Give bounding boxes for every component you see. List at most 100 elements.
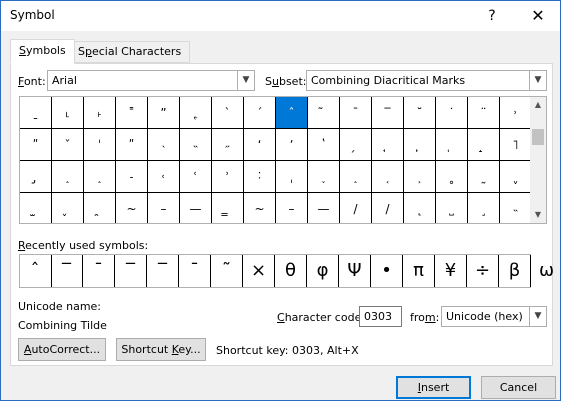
symbol-cell[interactable]: ʺ bbox=[20, 129, 52, 161]
recent-symbol-cell[interactable]: ÷ bbox=[467, 255, 499, 287]
shortcut-key-button[interactable]: Shortcut Key... bbox=[116, 338, 206, 361]
symbol-cell[interactable]: ̯ bbox=[84, 193, 116, 223]
symbol-cell[interactable]: – bbox=[276, 193, 308, 223]
recent-symbol-cell[interactable]: ‾ bbox=[115, 255, 147, 287]
recent-symbol-cell[interactable]: ˆ bbox=[19, 255, 52, 287]
recent-symbol-cell[interactable]: ω bbox=[531, 255, 561, 287]
symbol-cell[interactable]: / bbox=[340, 193, 372, 223]
symbol-cell[interactable]: ˗ bbox=[116, 161, 148, 193]
symbol-cell[interactable]: ʻ bbox=[244, 129, 276, 161]
subset-combo[interactable]: Combining Diacritical Marks ▼ bbox=[306, 70, 547, 91]
symbol-cell[interactable]: ̜ bbox=[436, 129, 468, 161]
help-button[interactable]: ? bbox=[469, 1, 515, 31]
symbol-cell[interactable]: ˴ bbox=[148, 129, 180, 161]
symbol-cell[interactable]: ‾ bbox=[372, 97, 404, 129]
recent-symbol-cell[interactable]: ¥ bbox=[435, 255, 467, 287]
chevron-down-icon[interactable]: ▼ bbox=[529, 71, 546, 90]
recent-symbol-cell[interactable]: π bbox=[403, 255, 435, 287]
recent-symbol-cell[interactable]: • bbox=[371, 255, 403, 287]
symbol-cell[interactable]: ˍ bbox=[20, 97, 52, 129]
symbol-cell[interactable]: ̘ bbox=[372, 129, 404, 161]
symbol-cell[interactable]: ̗ bbox=[340, 129, 372, 161]
chevron-down-icon[interactable]: ▼ bbox=[529, 307, 546, 326]
symbol-cell[interactable]: ̫ bbox=[20, 193, 52, 223]
scroll-down-icon[interactable]: ▼ bbox=[530, 207, 546, 223]
symbol-cell[interactable]: ˊ bbox=[244, 97, 276, 129]
symbol-cell[interactable]: ˷ bbox=[468, 161, 500, 193]
symbol-cell[interactable]: ˭ bbox=[116, 97, 148, 129]
symbol-cell[interactable]: ˫ bbox=[84, 97, 116, 129]
from-combo[interactable]: Unicode (hex) ▼ bbox=[441, 306, 547, 327]
symbol-cell[interactable]: ˱ bbox=[372, 161, 404, 193]
cancel-button[interactable]: Cancel bbox=[481, 376, 556, 399]
recent-symbol-cell[interactable]: ˉ bbox=[179, 255, 211, 287]
symbol-cell[interactable]: ˲ bbox=[404, 161, 436, 193]
symbol-cell[interactable]: ʺ bbox=[116, 129, 148, 161]
tab-special-characters[interactable]: Special Characters bbox=[69, 41, 191, 63]
autocorrect-button[interactable]: AutoCorrect... bbox=[18, 338, 106, 361]
symbol-cell[interactable]: ̳ bbox=[212, 193, 244, 223]
recent-symbol-cell[interactable]: ‾ bbox=[147, 255, 179, 287]
symbol-cell[interactable]: ˙ bbox=[436, 97, 468, 129]
grid-scrollbar[interactable]: ▲ ▼ bbox=[530, 96, 547, 224]
symbol-cell[interactable]: ˼ bbox=[468, 193, 500, 223]
recent-symbol-cell[interactable]: φ bbox=[307, 255, 339, 287]
symbol-cell[interactable]: ˒ bbox=[500, 97, 530, 129]
tab-symbols[interactable]: Symbols bbox=[10, 39, 75, 64]
symbol-cell[interactable]: ̬ bbox=[52, 193, 84, 223]
symbol-cell[interactable]: ʾ bbox=[212, 161, 244, 193]
recent-symbol-cell[interactable]: ˜ bbox=[211, 255, 243, 287]
symbol-cell[interactable]: ˆ bbox=[276, 97, 308, 129]
symbol-cell[interactable]: ˉ bbox=[340, 97, 372, 129]
symbol-cell[interactable]: ˋ bbox=[212, 97, 244, 129]
recent-symbol-cell[interactable]: Ψ bbox=[339, 255, 371, 287]
recent-symbol-cell[interactable]: β bbox=[499, 255, 531, 287]
symbol-cell[interactable]: ~ bbox=[116, 193, 148, 223]
symbol-cell[interactable]: ˽ bbox=[436, 193, 468, 223]
symbol-cell[interactable]: ~ bbox=[244, 193, 276, 223]
recent-symbol-cell[interactable]: × bbox=[243, 255, 275, 287]
symbol-cell[interactable]: — bbox=[308, 193, 340, 223]
insert-button[interactable]: Insert bbox=[396, 376, 471, 399]
close-button[interactable]: ✕ bbox=[515, 1, 561, 31]
symbol-cell[interactable]: ¨ bbox=[468, 97, 500, 129]
symbol-cell[interactable]: ʼ bbox=[276, 129, 308, 161]
scroll-thumb[interactable] bbox=[532, 129, 544, 145]
symbol-cell[interactable]: ˌ bbox=[276, 161, 308, 193]
symbol-cell[interactable]: ˸ bbox=[244, 161, 276, 193]
symbol-cell[interactable]: ̝ bbox=[468, 129, 500, 161]
symbol-cell[interactable]: ˬ bbox=[500, 161, 530, 193]
recent-symbol-cell[interactable]: θ bbox=[275, 255, 307, 287]
recent-symbol-cell[interactable]: ‾ bbox=[51, 255, 83, 287]
chevron-down-icon[interactable]: ▼ bbox=[237, 71, 254, 90]
symbol-grid[interactable]: ˍ˪˫˭ˮ˿ˋˊˆ̃ˉ‾˘˙¨˒ʺˇˈʺ˴˵˶ʻʼʽ̗̘̙̜̝˥̡˰˰˗˓ʿʾ˸… bbox=[19, 96, 531, 224]
symbol-cell[interactable]: — bbox=[180, 193, 212, 223]
symbol-cell[interactable]: ˰ bbox=[340, 161, 372, 193]
character-code-input[interactable]: 0303 bbox=[359, 306, 402, 327]
symbol-cell[interactable]: ̡ bbox=[20, 161, 52, 193]
symbol-cell[interactable]: ˯ bbox=[308, 161, 340, 193]
symbol-cell[interactable]: ʽ bbox=[308, 129, 340, 161]
symbol-cell[interactable]: ˿ bbox=[180, 97, 212, 129]
symbol-cell[interactable]: ˶ bbox=[212, 129, 244, 161]
symbol-cell[interactable]: ˰ bbox=[84, 161, 116, 193]
symbol-cell[interactable]: ˮ bbox=[148, 97, 180, 129]
symbol-cell[interactable]: ˵ bbox=[180, 129, 212, 161]
symbol-cell[interactable]: / bbox=[372, 193, 404, 223]
recent-symbol-cell[interactable]: ˉ bbox=[83, 255, 115, 287]
symbol-cell[interactable]: ˳ bbox=[436, 161, 468, 193]
symbol-cell[interactable]: ʿ bbox=[180, 161, 212, 193]
symbol-cell[interactable]: ˓ bbox=[148, 161, 180, 193]
symbol-cell[interactable]: ˵ bbox=[500, 193, 530, 223]
recently-used-symbols[interactable]: ˆ ‾ ˉ ‾ ‾ ˉ ˜ × θ φ Ψ • π ¥ ÷ β ω bbox=[19, 254, 554, 288]
symbol-cell[interactable]: ˥ bbox=[500, 129, 530, 161]
symbol-cell[interactable]: ̃ bbox=[308, 97, 340, 129]
symbol-cell[interactable]: ̙ bbox=[404, 129, 436, 161]
symbol-cell[interactable]: – bbox=[148, 193, 180, 223]
scroll-up-icon[interactable]: ▲ bbox=[530, 97, 546, 113]
symbol-cell[interactable]: ˈ bbox=[84, 129, 116, 161]
symbol-cell[interactable]: ˛ bbox=[404, 193, 436, 223]
symbol-cell[interactable]: ˰ bbox=[52, 161, 84, 193]
font-combo[interactable]: Arial ▼ bbox=[47, 70, 255, 91]
symbol-cell[interactable]: ˘ bbox=[404, 97, 436, 129]
